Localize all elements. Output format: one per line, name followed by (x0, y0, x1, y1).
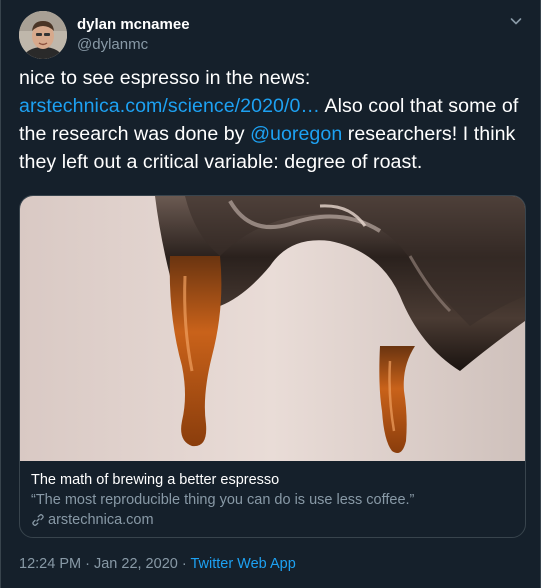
author-names: dylan mcnamee @dylanmc (77, 15, 190, 55)
tweet[interactable]: dylan mcnamee @dylanmc nice to see espre… (0, 0, 541, 588)
article-link[interactable]: arstechnica.com/science/2020/0… (19, 95, 320, 117)
card-domain-text: arstechnica.com (48, 512, 154, 528)
tweet-date[interactable]: Jan 22, 2020 (94, 556, 178, 572)
tweet-time[interactable]: 12:24 PM (19, 556, 81, 572)
separator: · (81, 556, 94, 572)
avatar-image (19, 11, 67, 59)
mention-link[interactable]: @uoregon (250, 123, 342, 145)
card-domain: arstechnica.com (31, 510, 514, 530)
chevron-down-icon[interactable] (508, 13, 524, 29)
card-image[interactable] (20, 196, 525, 461)
card-meta: The math of brewing a better espresso “T… (31, 471, 514, 530)
avatar[interactable] (19, 11, 67, 59)
card-description: “The most reproducible thing you can do … (31, 492, 415, 508)
tweet-header: dylan mcnamee @dylanmc (19, 11, 528, 61)
card-title[interactable]: The math of brewing a better espresso (31, 471, 514, 490)
tweet-text-part: nice to see espresso in the news: (19, 67, 311, 89)
tweet-source[interactable]: Twitter Web App (190, 556, 295, 572)
tweet-text: nice to see espresso in the news: arstec… (19, 64, 524, 176)
link-icon (32, 514, 44, 526)
separator: · (177, 556, 191, 572)
display-name[interactable]: dylan mcnamee (77, 15, 190, 35)
handle[interactable]: @dylanmc (77, 35, 190, 55)
tweet-footer: 12:24 PM · Jan 22, 2020 · Twitter Web Ap… (19, 554, 296, 574)
link-card[interactable]: The math of brewing a better espresso “T… (19, 195, 526, 538)
